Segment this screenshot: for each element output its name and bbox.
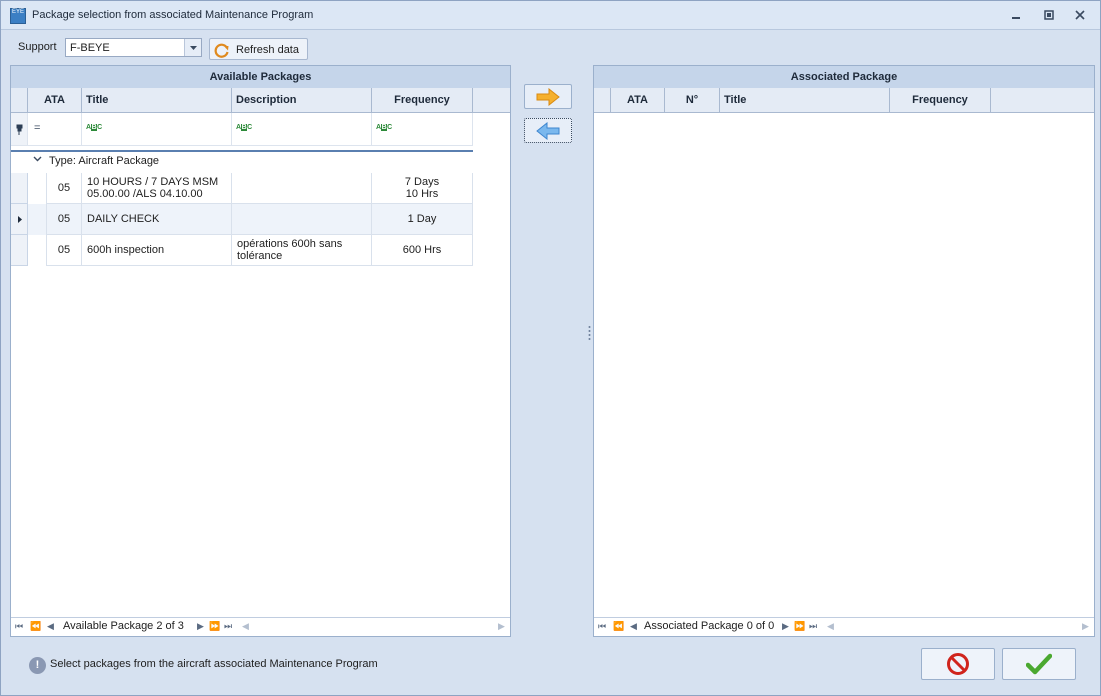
row-indicator-header [11, 88, 28, 113]
nav-prev-icon[interactable]: ◀ [630, 621, 637, 632]
window-title: Package selection from associated Mainte… [32, 9, 314, 21]
info-icon: ! [29, 657, 46, 674]
column-header-ata[interactable]: ATA [611, 88, 665, 113]
title-bar: EYE Package selection from associated Ma… [1, 1, 1100, 30]
pin-icon [16, 124, 23, 135]
column-header-description[interactable]: Description [232, 88, 372, 113]
cell-ata: 05 [47, 204, 82, 235]
nav-last-icon[interactable]: ⏭ [809, 621, 817, 632]
cell-frequency: 600 Hrs [372, 235, 473, 266]
table-row-selected[interactable]: 05 DAILY CHECK 1 Day [11, 204, 473, 235]
column-header-number[interactable]: N° [665, 88, 720, 113]
nav-prev-icon[interactable]: ◀ [47, 621, 54, 632]
row-indicator [11, 173, 28, 204]
table-row[interactable]: 05 10 HOURS / 7 DAYS MSM 05.00.00 /ALS 0… [11, 173, 473, 204]
filter-frequency[interactable]: ABC [372, 113, 473, 146]
cell-title: 600h inspection [82, 235, 232, 266]
cell-title: DAILY CHECK [82, 204, 232, 235]
filter-description[interactable]: ABC [232, 113, 372, 146]
column-header-ata[interactable]: ATA [28, 88, 82, 113]
dialog-window: EYE Package selection from associated Ma… [0, 0, 1101, 696]
available-packages-header: Available Packages [11, 66, 510, 89]
support-label: Support [18, 41, 57, 53]
support-value: F-BEYE [70, 42, 110, 54]
cancel-icon [947, 653, 969, 675]
cell-description [232, 173, 372, 204]
status-message: Select packages from the aircraft associ… [50, 658, 378, 670]
support-combobox[interactable]: F-BEYE [65, 38, 202, 57]
cell-frequency: 7 Days 10 Hrs [372, 173, 473, 204]
available-packages-panel: Available Packages ATA Title Description… [10, 65, 511, 637]
text-filter-icon: ABC [86, 124, 102, 131]
ok-button[interactable] [1002, 648, 1076, 680]
associated-package-panel: Associated Package ATA N° Title Frequenc… [593, 65, 1095, 637]
checkmark-icon [1026, 653, 1052, 675]
table-row[interactable]: 05 600h inspection opérations 600h sans … [11, 235, 473, 266]
cell-ata: 05 [47, 235, 82, 266]
associated-package-header: Associated Package [594, 66, 1094, 89]
scroll-left-icon[interactable]: ◀ [827, 621, 834, 632]
cell-frequency: 1 Day [372, 204, 473, 235]
column-header-title[interactable]: Title [720, 88, 890, 113]
remove-package-button[interactable] [524, 118, 572, 143]
status-bar: ! Select packages from the aircraft asso… [11, 638, 1091, 688]
current-row-arrow-icon [18, 216, 22, 223]
scroll-left-icon[interactable]: ◀ [242, 621, 249, 632]
nav-prev-page-icon[interactable]: ⏪ [30, 621, 41, 632]
nav-last-icon[interactable]: ⏭ [224, 621, 232, 632]
column-header-filler [991, 88, 1094, 113]
group-row-aircraft-package[interactable]: Type: Aircraft Package [11, 150, 473, 171]
app-icon: EYE [10, 8, 26, 24]
filter-row-indicator [11, 113, 28, 146]
cell-ata: 05 [47, 173, 82, 204]
scroll-right-icon[interactable]: ▶ [1082, 621, 1089, 632]
column-header-filler [473, 88, 510, 113]
nav-next-page-icon[interactable]: ⏩ [209, 621, 220, 632]
nav-next-icon[interactable]: ▶ [782, 621, 789, 632]
group-indent [28, 204, 47, 235]
arrow-right-icon [536, 87, 560, 106]
nav-first-icon[interactable]: ⏮ [15, 621, 23, 632]
filter-ata[interactable]: = [28, 113, 82, 146]
chevron-down-icon[interactable] [184, 39, 201, 56]
cell-title: 10 HOURS / 7 DAYS MSM 05.00.00 /ALS 04.1… [82, 173, 232, 204]
add-package-button[interactable] [524, 84, 572, 109]
associated-nav-text: Associated Package 0 of 0 [644, 620, 775, 632]
chevron-down-icon[interactable] [33, 156, 42, 162]
text-filter-icon: ABC [376, 124, 392, 131]
nav-next-icon[interactable]: ▶ [197, 621, 204, 632]
nav-first-icon[interactable]: ⏮ [598, 621, 606, 632]
row-indicator [11, 204, 28, 235]
filter-equals-symbol: = [34, 122, 41, 134]
restore-button[interactable] [1040, 7, 1058, 23]
refresh-icon [214, 43, 229, 58]
column-header-frequency[interactable]: Frequency [890, 88, 991, 113]
refresh-data-label: Refresh data [236, 44, 299, 56]
cell-description: opérations 600h sans tolérance [232, 235, 372, 266]
nav-prev-page-icon[interactable]: ⏪ [613, 621, 624, 632]
splitter-grip-icon[interactable] [588, 325, 591, 341]
row-indicator-header [594, 88, 611, 113]
associated-navigator: ⏮ ⏪ ◀ Associated Package 0 of 0 ▶ ⏩ ⏭ ◀ … [594, 617, 1094, 636]
minimize-button[interactable] [1007, 7, 1025, 23]
column-header-title[interactable]: Title [82, 88, 232, 113]
group-label: Type: Aircraft Package [49, 155, 160, 167]
cell-description [232, 204, 372, 235]
group-indent [28, 173, 47, 204]
arrow-left-icon [536, 121, 560, 140]
available-navigator: ⏮ ⏪ ◀ Available Package 2 of 3 ▶ ⏩ ⏭ ◀ ▶ [11, 617, 510, 636]
cancel-button[interactable] [921, 648, 995, 680]
filter-title[interactable]: ABC [82, 113, 232, 146]
refresh-data-button[interactable]: Refresh data [209, 38, 308, 60]
column-header-frequency[interactable]: Frequency [372, 88, 473, 113]
available-nav-text: Available Package 2 of 3 [63, 620, 184, 632]
row-indicator [11, 235, 28, 266]
text-filter-icon: ABC [236, 124, 252, 131]
group-indent [28, 235, 47, 266]
scroll-right-icon[interactable]: ▶ [498, 621, 505, 632]
nav-next-page-icon[interactable]: ⏩ [794, 621, 805, 632]
close-button[interactable] [1071, 7, 1089, 23]
